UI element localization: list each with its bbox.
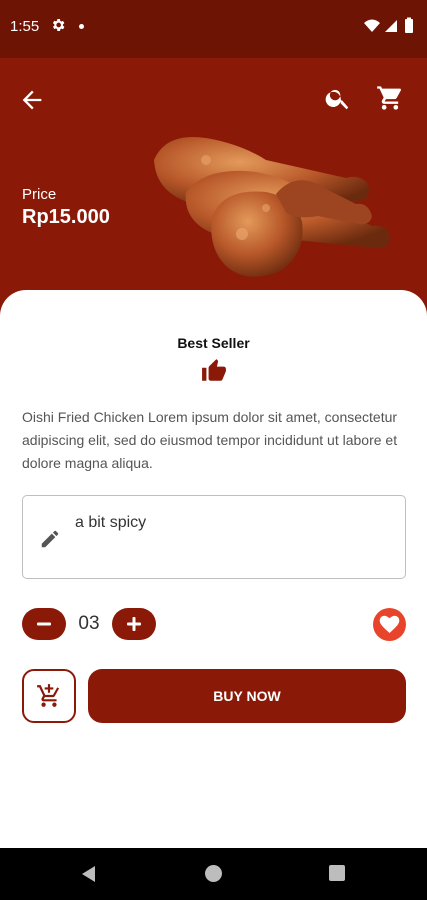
cart-button[interactable] bbox=[376, 84, 404, 112]
status-indicators bbox=[364, 17, 413, 33]
increase-quantity-button[interactable] bbox=[112, 608, 156, 640]
nav-back-button[interactable] bbox=[80, 865, 98, 883]
fried-chicken-image bbox=[154, 136, 390, 277]
plus-icon bbox=[127, 617, 141, 631]
status-time: 1:55 bbox=[10, 18, 40, 35]
nav-recents-button[interactable] bbox=[329, 865, 345, 881]
favorite-button[interactable] bbox=[373, 608, 406, 641]
cart-icon bbox=[377, 86, 402, 110]
system-navigation-bar bbox=[0, 848, 427, 900]
thumbs-up-icon bbox=[202, 359, 226, 381]
add-to-cart-button[interactable] bbox=[22, 669, 76, 723]
cellular-icon bbox=[385, 20, 397, 32]
decrease-quantity-button[interactable] bbox=[22, 608, 66, 640]
wifi-icon bbox=[364, 19, 380, 32]
quantity-value: 03 bbox=[78, 613, 100, 634]
search-button[interactable] bbox=[324, 84, 352, 112]
cart-plus-icon bbox=[37, 684, 60, 707]
heart-icon bbox=[379, 615, 400, 633]
search-icon bbox=[325, 89, 349, 110]
price-label: Price bbox=[22, 186, 57, 203]
status-bar: 1:55 bbox=[0, 0, 427, 58]
pencil-icon bbox=[41, 530, 59, 548]
arrow-left-icon bbox=[22, 90, 42, 110]
nav-home-button[interactable] bbox=[205, 865, 222, 882]
price-value: Rp15.000 bbox=[22, 206, 110, 228]
product-details-card: Best Seller Oishi Fried Chicken Lorem ip… bbox=[0, 290, 427, 848]
battery-icon bbox=[405, 19, 413, 33]
gear-icon bbox=[52, 19, 65, 31]
order-note-field[interactable] bbox=[22, 495, 406, 579]
product-hero: Price Rp15.000 bbox=[0, 58, 427, 318]
best-seller-badge: Best Seller bbox=[177, 335, 250, 351]
back-button[interactable] bbox=[18, 86, 46, 114]
triangle-back-icon bbox=[82, 866, 95, 882]
order-note-input[interactable] bbox=[75, 514, 395, 532]
notification-dot-icon bbox=[79, 24, 84, 29]
product-description: Oishi Fried Chicken Lorem ipsum dolor si… bbox=[22, 409, 398, 471]
minus-icon bbox=[37, 622, 51, 626]
buy-now-button[interactable]: BUY NOW bbox=[88, 669, 406, 723]
